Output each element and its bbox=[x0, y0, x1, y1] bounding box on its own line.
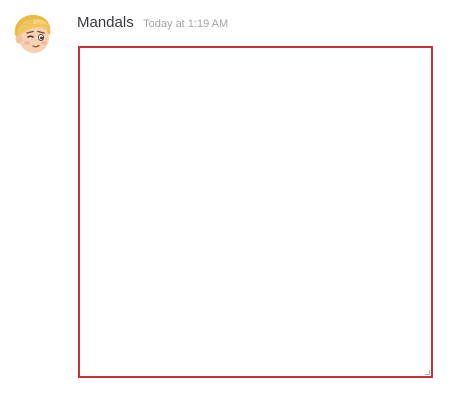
username[interactable]: Mandals bbox=[77, 14, 134, 31]
message-header: Mandals Today at 1:19 AM bbox=[77, 14, 228, 32]
message-timestamp: Today at 1:19 AM bbox=[143, 18, 229, 30]
resize-grip-icon bbox=[425, 370, 430, 375]
cartoon-blond-avatar-icon bbox=[9, 11, 55, 57]
user-avatar[interactable] bbox=[9, 11, 55, 57]
image-attachment[interactable] bbox=[78, 46, 433, 378]
chat-message: Mandals Today at 1:19 AM bbox=[0, 0, 452, 400]
